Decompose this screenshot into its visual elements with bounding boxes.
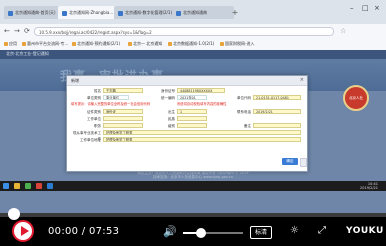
validation-message: 填写提示：请输入完整的单位全称及统一社会信用代码 系统将自动校验填写内容的准确性	[71, 102, 227, 106]
phone-field[interactable]: 2019/2/21	[253, 109, 301, 114]
folder-icon	[72, 42, 76, 46]
scrub-handle[interactable]	[8, 208, 20, 220]
form-row: 职务 级别 备注	[71, 123, 303, 129]
folder-icon	[22, 42, 26, 46]
level-field[interactable]	[177, 123, 207, 128]
bookmark-item[interactable]: 应用	[4, 40, 17, 48]
maximize-icon[interactable]: □	[362, 4, 369, 12]
tab-4[interactable]: 北京通知通典	[172, 6, 234, 19]
form-row: 工作单位 民族	[71, 116, 303, 122]
name-field[interactable]: 王志鹏	[103, 88, 143, 93]
seal-logo: 北京人社	[343, 85, 369, 111]
form-row: 姓名 王志鹏 身份证号 440881198XXXXXX	[71, 88, 303, 94]
id-number-field[interactable]: 440881198XXXXXX	[177, 88, 225, 93]
page-icon	[62, 10, 67, 16]
work-unit-field[interactable]	[103, 116, 143, 121]
app-icon[interactable]	[36, 183, 42, 189]
confirm-button[interactable]: 确定	[282, 158, 298, 165]
form-row: 单位类别 事业单位 统一编码 2021年01 单位代码 21-0151-0117…	[71, 95, 303, 101]
folder-icon	[220, 42, 224, 46]
browser-icon[interactable]	[25, 183, 31, 189]
close-icon[interactable]: ×	[300, 77, 304, 83]
minimize-icon[interactable]: –	[350, 4, 354, 12]
time-display: 00:00 / 07:53	[48, 226, 120, 237]
word-icon[interactable]	[47, 183, 53, 189]
folder-icon[interactable]	[14, 183, 20, 189]
folder-icon	[4, 42, 8, 46]
fullscreen-icon[interactable]: ⤢	[318, 225, 326, 236]
screen: 北京通知通典-首页(天) 北京通知网-Zhangbia... 北京通知-数字化管…	[0, 0, 386, 246]
bookmark-star-icon[interactable]: ☆	[340, 27, 346, 35]
dialog-title: 新增	[67, 76, 307, 86]
url-input[interactable]: 10.5.9.xxx/bsjj/regai.ac/0422/regist.asp…	[34, 27, 334, 36]
remarks-field[interactable]	[253, 123, 301, 128]
birth-field[interactable]: 1	[177, 109, 207, 114]
bookmark-item[interactable]: 惠州市平台交流网-专...	[22, 40, 68, 48]
folder-icon	[128, 42, 132, 46]
volume-knob[interactable]	[196, 228, 206, 238]
back-icon[interactable]: ←	[4, 27, 10, 35]
clock: 10:41 2019/2/21	[360, 182, 378, 190]
new-tab-button[interactable]: +	[230, 6, 240, 19]
browser-window: 北京通知通典-首页(天) 北京通知网-Zhangbia... 北京通知-数字化管…	[0, 0, 386, 213]
os-taskbar: 10:41 2019/2/21	[0, 181, 386, 191]
page-icon	[176, 10, 181, 16]
site-header-bar: 北京·北京工业-登记通知	[0, 50, 386, 59]
tab-strip: 北京通知通典-首页(天) 北京通知网-Zhangbia... 北京通知-数字化管…	[0, 0, 386, 24]
youku-logo: YOUKU	[346, 226, 384, 236]
progress-track[interactable]	[0, 213, 386, 217]
reload-icon[interactable]: ⟳	[24, 27, 30, 35]
forward-icon[interactable]: →	[14, 27, 20, 35]
tab-1[interactable]: 北京通知通典-首页(天)	[4, 6, 64, 19]
page-icon	[8, 10, 13, 16]
work-address-field[interactable]: 护理及医学工程类	[103, 137, 301, 142]
position-field[interactable]	[103, 123, 143, 128]
bookmark-item[interactable]: 北京通知-预约通知(2/1)	[72, 40, 120, 48]
folder-icon	[168, 42, 172, 46]
volume-slider[interactable]	[183, 228, 243, 238]
unified-code-field[interactable]: 2021年01	[177, 95, 207, 100]
bookmark-item[interactable]: 国家财税网-进入	[220, 40, 254, 48]
site-header-text: 北京·北京工业-登记通知	[6, 51, 49, 56]
lightbulb-icon[interactable]: ☼	[290, 225, 299, 236]
volume-icon[interactable]: 🔊	[163, 225, 177, 238]
id-type-field[interactable]: 身份证	[103, 109, 143, 114]
tab-2[interactable]: 北京通知网-Zhangbia...	[58, 6, 120, 19]
page-icon	[118, 10, 123, 16]
unit-code-field[interactable]: 21-0151-0117-0481	[253, 95, 301, 100]
tab-3[interactable]: 北京通知-数字化管理(2/1)	[114, 6, 178, 19]
play-button[interactable]	[12, 220, 34, 242]
new-record-dialog: 新增 × 姓名 王志鹏 身份证号 440881198XXXXXX 单位类别 事业…	[66, 75, 308, 172]
footer-line-2: 技术支持：北京市人社信息中心 www.bjrbj.gov.cn	[153, 175, 233, 179]
start-icon[interactable]	[3, 183, 9, 189]
form-row: 证件类别 身份证 出生 1 联系电话 2019/2/21	[71, 109, 303, 115]
specialty-field[interactable]: 护理及医学工程类	[103, 130, 301, 135]
bookmark-item[interactable]: 北京数据通知-1.0(2/1)	[168, 40, 214, 48]
close-icon[interactable]: ×	[374, 4, 380, 12]
form-row: 工作单位地址 护理及医学工程类	[71, 137, 303, 143]
cancel-button[interactable]	[300, 158, 307, 167]
bookmark-item[interactable]: 北京一 北京通知	[128, 40, 162, 48]
ethnicity-field[interactable]	[177, 116, 207, 121]
form-row: 现从事专业技术工作 护理及医学工程类	[71, 130, 303, 141]
address-bar: ← → ⟳ 10.5.9.xxx/bsjj/regai.ac/0422/regi…	[0, 24, 386, 39]
unit-type-select[interactable]: 事业单位	[103, 95, 129, 100]
quality-button[interactable]: 标清	[250, 226, 272, 239]
